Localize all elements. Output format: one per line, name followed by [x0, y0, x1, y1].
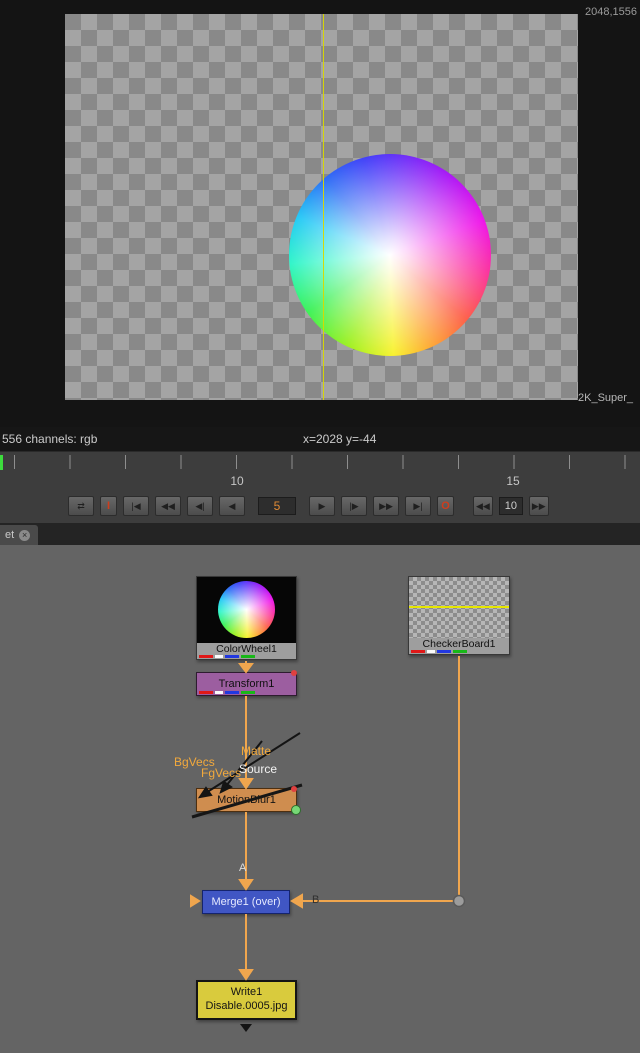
node-merge[interactable]: Merge1 (over) [202, 890, 290, 914]
arrowhead [240, 664, 252, 672]
dock-tab-bar: et × [0, 523, 640, 545]
arrowhead [240, 880, 252, 889]
viewer-guide-line[interactable] [323, 14, 324, 400]
viewer-canvas[interactable] [65, 14, 578, 400]
fps-field[interactable]: 10 [499, 497, 523, 515]
goto-start-button[interactable]: |◀ [123, 496, 149, 516]
step-forward-button[interactable]: |▶ [341, 496, 367, 516]
tab-label: et [5, 529, 14, 541]
node-graph-tab[interactable]: et × [0, 525, 38, 545]
channels-label: 556 channels: rgb [2, 427, 97, 451]
record-button[interactable]: O [437, 496, 454, 516]
tick-label-10: 10 [228, 474, 246, 488]
fps-decrement-button[interactable]: ◀◀ [473, 496, 493, 516]
viewer-status-bar: 556 channels: rgb x=2028 y=-44 [0, 427, 640, 451]
pointer-position-label: x=2028 y=-44 [303, 427, 376, 451]
playhead-marker[interactable] [0, 455, 3, 470]
node-write[interactable]: Write1 Disable.0005.jpg [196, 980, 297, 1020]
goto-end-button[interactable]: ▶| [405, 496, 431, 516]
node-colorwheel[interactable]: ColorWheel1 [196, 576, 297, 660]
node-label: Transform1 [219, 678, 275, 690]
connection-elbow-dot[interactable] [454, 896, 465, 907]
format-label: 2K_Super_ [578, 392, 633, 404]
port-label-fgvecs: FgVecs [201, 766, 241, 780]
checkerboard-thumbnail [409, 577, 509, 638]
current-frame-field[interactable]: 5 [258, 497, 296, 515]
input-label-b: B [312, 894, 319, 906]
fps-increment-button[interactable]: ▶▶ [529, 496, 549, 516]
channel-strip [199, 691, 255, 694]
arrowhead [240, 970, 252, 979]
input-label-a: A [239, 862, 246, 874]
node-label: Merge1 (over) [211, 896, 280, 908]
viewer-panel: 2048,1556 2K_Super_ [0, 0, 640, 427]
tab-close-icon[interactable]: × [19, 530, 30, 541]
next-keyframe-button[interactable]: ▶▶ [373, 496, 399, 516]
resolution-label: 2048,1556 [585, 6, 637, 18]
tick-label-15: 15 [504, 474, 522, 488]
playback-mode-button[interactable]: ⇄ [68, 496, 94, 516]
node-graph-panel[interactable]: ColorWheel1 CheckerBoard1 Transform1 Mot… [0, 545, 640, 1053]
port-label-source: Source [239, 762, 277, 776]
port-label-matte: Matte [241, 744, 271, 758]
node-label: MotionBlur1 [217, 794, 276, 806]
arrowhead [292, 895, 302, 907]
timeline-panel: 10 15 ⇄ I |◀ ◀◀ ◀| ◀ 5 ▶ |▶ ▶▶ ▶| O ◀◀ 1… [0, 451, 640, 523]
colorwheel-thumb-image [218, 581, 275, 638]
node-label: Write1 [231, 986, 263, 1000]
prev-keyframe-button[interactable]: ◀◀ [155, 496, 181, 516]
play-forward-button[interactable]: ▶ [309, 496, 335, 516]
colorwheel-image [289, 154, 491, 356]
transport-controls: ⇄ I |◀ ◀◀ ◀| ◀ 5 ▶ |▶ ▶▶ ▶| O ◀◀ 10 ▶▶ [0, 494, 640, 518]
write-output-stub [240, 1024, 252, 1032]
node-connections-layer [0, 545, 640, 1053]
channel-strip [411, 650, 467, 653]
node-checkerboard[interactable]: CheckerBoard1 [408, 576, 510, 655]
merge-left-input-indicator [191, 896, 199, 906]
arrowhead [240, 779, 252, 788]
node-file-label: Disable.0005.jpg [206, 1000, 288, 1014]
range-lock-button[interactable]: I [100, 496, 117, 516]
channel-strip [199, 655, 255, 658]
colorwheel-thumbnail [197, 577, 296, 643]
play-backward-button[interactable]: ◀ [219, 496, 245, 516]
node-motionblur[interactable]: MotionBlur1 [196, 788, 297, 812]
checkerboard-format-line [409, 606, 509, 608]
timeline-ruler[interactable] [0, 455, 640, 469]
step-back-button[interactable]: ◀| [187, 496, 213, 516]
node-transform[interactable]: Transform1 [196, 672, 297, 696]
